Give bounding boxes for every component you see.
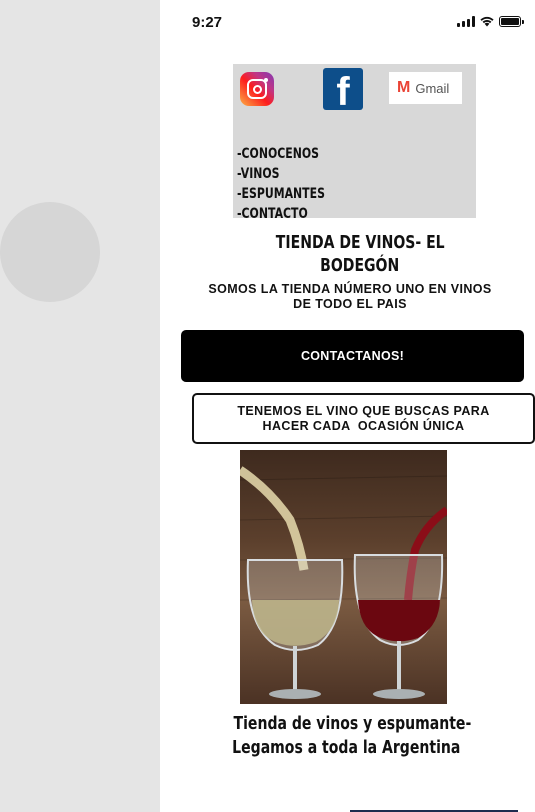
decorative-circle xyxy=(0,202,100,302)
wifi-icon xyxy=(480,16,494,27)
status-icons xyxy=(457,15,524,27)
menu-item-contacto[interactable]: -CONTACTO xyxy=(237,204,325,224)
menu-item-conocenos[interactable]: -CONOCENOS xyxy=(237,144,325,164)
facebook-icon[interactable]: f xyxy=(323,68,363,110)
nav-panel: f M Gmail -CONOCENOS -VINOS -ESPUMANTES … xyxy=(233,64,476,222)
status-time: 9:27 xyxy=(192,14,223,31)
subtitle-line1: SOMOS LA TIENDA NÚMERO UNO EN VINOS xyxy=(208,282,492,296)
signal-icon xyxy=(457,15,475,27)
caption: Tienda de vinos y espumante- Legamos a t… xyxy=(200,712,480,760)
instagram-icon[interactable] xyxy=(240,72,274,106)
contact-button[interactable]: CONTACTANOS! xyxy=(181,330,524,382)
gmail-label: Gmail xyxy=(415,80,450,96)
tagline-box: TENEMOS EL VINO QUE BUSCAS PARA HACER CA… xyxy=(192,393,535,444)
menu-item-espumantes[interactable]: -ESPUMANTES xyxy=(237,184,325,204)
page-title-line1: TIENDA DE VINOS- EL xyxy=(275,232,445,253)
caption-line1: Tienda de vinos y espumante- xyxy=(233,713,472,734)
tagline-line2: HACER CADA OCASIÓN ÚNICA xyxy=(262,418,465,433)
main-menu: -CONOCENOS -VINOS -ESPUMANTES -CONTACTO xyxy=(237,144,350,224)
gmail-logo: M xyxy=(397,79,411,96)
wine-glasses-image xyxy=(240,450,447,704)
tagline-line1: TENEMOS EL VINO QUE BUSCAS PARA xyxy=(237,403,490,418)
gmail-icon[interactable]: M Gmail xyxy=(389,72,462,104)
battery-icon xyxy=(499,15,524,27)
caption-line2: Legamos a toda la Argentina xyxy=(232,737,461,758)
phone-screen: 9:27 f M Gmail -CONOCENOS -VINOS -ESPUMA… xyxy=(160,0,535,812)
wine-glasses-illustration xyxy=(240,466,447,699)
subtitle-line2: DE TODO EL PAIS xyxy=(293,297,407,311)
menu-item-vinos[interactable]: -VINOS xyxy=(237,164,325,184)
page-title: TIENDA DE VINOS- EL BODEGÓN xyxy=(240,231,480,277)
page-subtitle: SOMOS LA TIENDA NÚMERO UNO EN VINOS DE T… xyxy=(200,282,500,312)
page-title-line2: BODEGÓN xyxy=(320,255,400,276)
